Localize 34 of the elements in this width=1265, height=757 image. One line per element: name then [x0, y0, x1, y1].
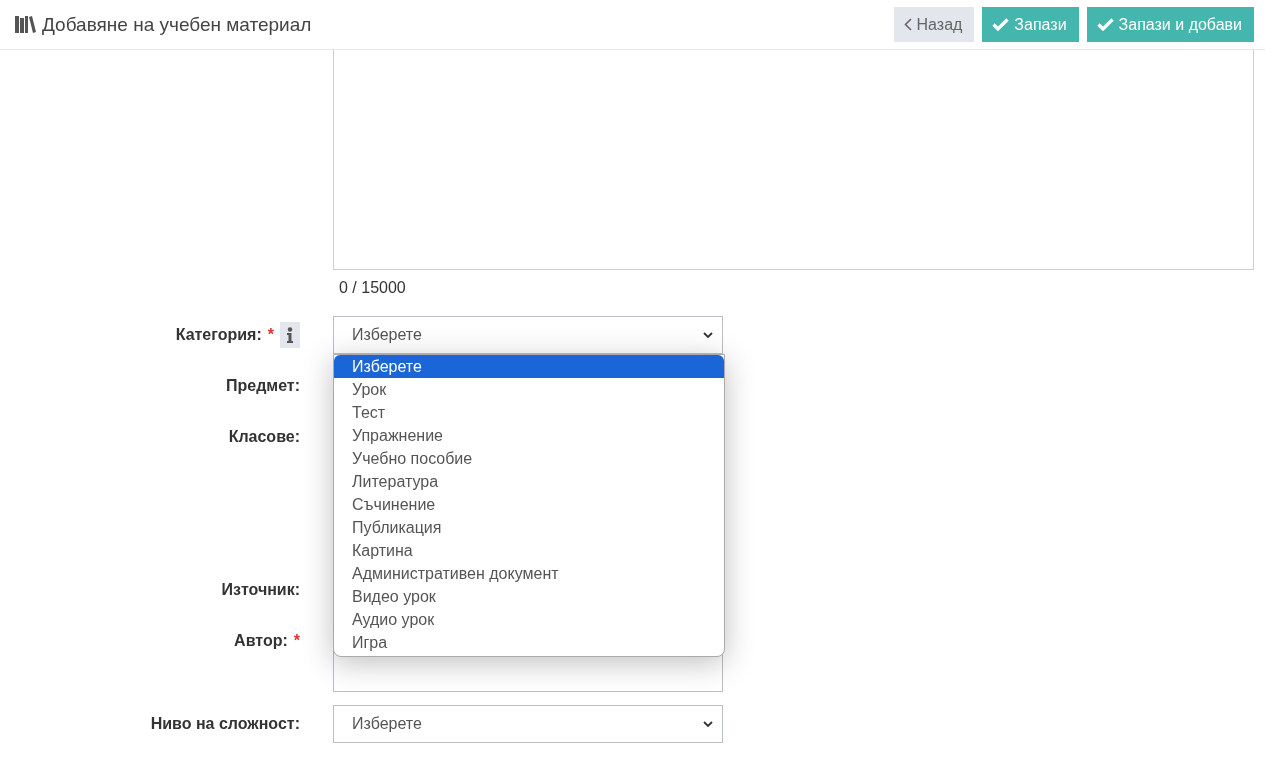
dropdown-option[interactable]: Игра	[334, 631, 724, 654]
dropdown-option[interactable]: Административен документ	[334, 562, 724, 585]
character-counter: 0 / 15000	[339, 279, 406, 297]
required-asterisk: *	[267, 326, 274, 344]
select-field[interactable]: Изберете	[333, 316, 723, 354]
info-button[interactable]	[280, 322, 300, 348]
select-field[interactable]: Изберете	[333, 705, 723, 743]
back-button[interactable]: Назад	[893, 7, 975, 42]
dropdown-option[interactable]: Урок	[334, 378, 724, 401]
books-icon	[14, 15, 36, 34]
check-icon	[992, 18, 1010, 31]
field-label: Ниво на сложност:	[150, 715, 300, 733]
caret-icon	[703, 720, 713, 728]
dropdown-option[interactable]: Тест	[334, 401, 724, 424]
field-label: Категория:	[175, 326, 262, 344]
dropdown-option[interactable]: Упражнение	[334, 424, 724, 447]
dropdown-option[interactable]: Аудио урок	[334, 608, 724, 631]
page-title: Добавяне на учебен материал	[42, 13, 312, 36]
dropdown-option[interactable]: Изберете	[334, 355, 724, 378]
caret-icon	[703, 331, 713, 339]
dropdown-option[interactable]: Съчинение	[334, 493, 724, 516]
info-icon	[286, 327, 294, 343]
chevron-left-icon	[903, 18, 912, 31]
field-label: Източник:	[221, 581, 300, 599]
dropdown-option[interactable]: Литература	[334, 470, 724, 493]
dropdown-option[interactable]: Видео урок	[334, 585, 724, 608]
dropdown-option[interactable]: Учебно пособие	[334, 447, 724, 470]
field-label: Класове:	[228, 428, 300, 446]
dropdown-option[interactable]: Публикация	[334, 516, 724, 539]
dropdown-option[interactable]: Картина	[334, 539, 724, 562]
field-label: Автор:	[234, 632, 288, 650]
field-label: Предмет:	[226, 377, 300, 395]
check-icon	[1096, 18, 1114, 31]
required-asterisk: *	[293, 632, 300, 650]
